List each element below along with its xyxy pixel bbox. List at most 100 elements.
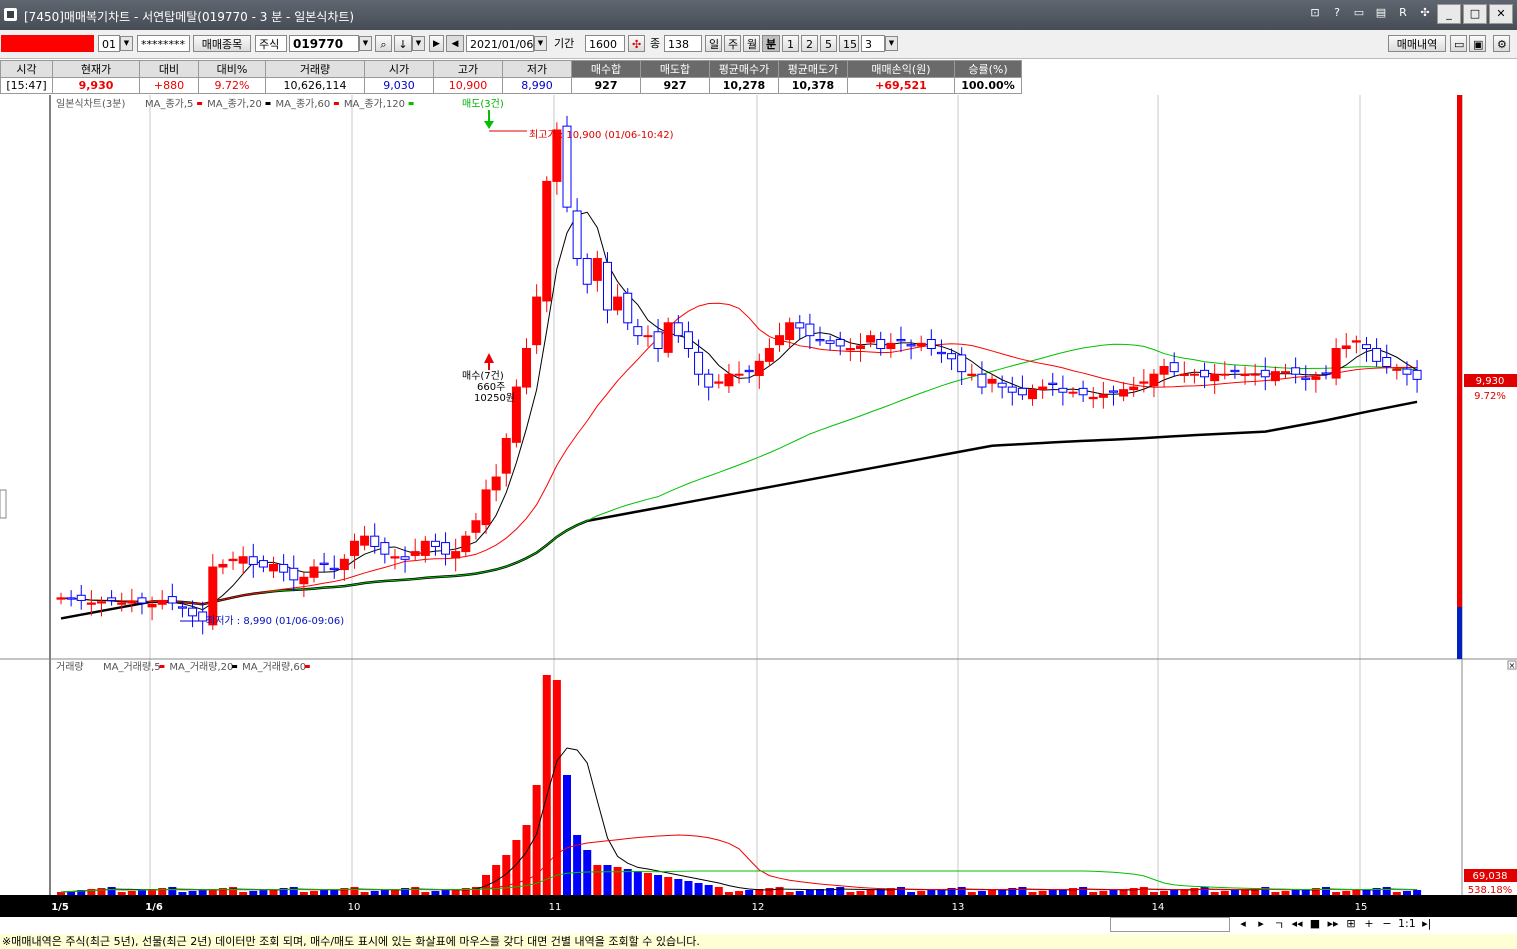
volume-bar[interactable] [735, 891, 744, 895]
candle-body[interactable] [86, 602, 96, 605]
volume-bar[interactable] [57, 892, 65, 895]
candle-body[interactable] [866, 335, 876, 343]
volume-bar[interactable] [1079, 887, 1088, 895]
volume-bar[interactable] [684, 881, 693, 895]
candle-body[interactable] [582, 258, 592, 285]
candle-body[interactable] [714, 381, 724, 384]
candle-body[interactable] [1220, 373, 1230, 376]
candle-body[interactable] [1372, 348, 1382, 362]
volume-bar[interactable] [249, 891, 258, 895]
candle-body[interactable] [754, 360, 764, 377]
candle-body[interactable] [279, 563, 289, 573]
candle-body[interactable] [1230, 369, 1240, 373]
volume-bar[interactable] [785, 892, 794, 895]
volume-bar[interactable] [805, 890, 814, 895]
volume-bar[interactable] [826, 888, 835, 895]
chart-control-1[interactable]: ▸ [1254, 917, 1268, 933]
volume-bar[interactable] [1018, 887, 1027, 895]
minimize-button[interactable]: _ [1437, 4, 1461, 24]
tf-month-button[interactable]: 월 [743, 35, 760, 52]
volume-bar[interactable] [1149, 892, 1158, 895]
volume-bar[interactable] [421, 892, 430, 895]
volume-bar[interactable] [704, 885, 713, 895]
volume-bar[interactable] [1413, 890, 1422, 895]
volume-bar[interactable] [158, 888, 167, 895]
account-dropdown-icon[interactable]: ▼ [120, 36, 133, 51]
candle-body[interactable] [572, 210, 582, 260]
trade-history-button[interactable]: 매매내역 [1388, 35, 1446, 52]
candle-body[interactable] [1240, 373, 1250, 377]
candle-body[interactable] [228, 558, 238, 562]
candle-body[interactable] [764, 348, 774, 362]
volume-bar[interactable] [896, 887, 905, 895]
tf-day-button[interactable]: 일 [705, 35, 722, 52]
volume-bar[interactable] [1281, 891, 1290, 895]
candle-body[interactable] [592, 258, 602, 281]
volume-bar[interactable] [239, 892, 248, 895]
volume-bar[interactable] [563, 775, 571, 895]
trade-item-button[interactable]: 매매종목 [193, 35, 251, 52]
volume-bar[interactable] [360, 892, 369, 895]
volume-bar[interactable] [97, 888, 106, 895]
next-arrow-icon[interactable]: ▶ [429, 35, 444, 52]
candle-body[interactable] [1159, 366, 1169, 375]
candle-body[interactable] [987, 378, 997, 384]
chart-control-9[interactable]: 1:1 [1398, 917, 1416, 933]
volume-bar[interactable] [745, 890, 754, 895]
volume-bar[interactable] [1089, 892, 1098, 895]
candle-body[interactable] [1119, 389, 1129, 397]
candle-body[interactable] [1149, 373, 1159, 387]
candle-body[interactable] [1281, 371, 1291, 374]
tf-1-button[interactable]: 1 [782, 35, 799, 52]
candle-body[interactable] [724, 373, 734, 387]
candle-body[interactable] [977, 373, 987, 388]
candle-body[interactable] [188, 607, 198, 617]
candle-body[interactable] [744, 369, 754, 373]
candle-body[interactable] [673, 322, 683, 337]
candle-body[interactable] [623, 292, 633, 324]
candle-body[interactable] [997, 382, 1007, 388]
candle-body[interactable] [613, 296, 623, 311]
candle-body[interactable] [329, 567, 339, 571]
volume-bar[interactable] [633, 871, 642, 895]
tf-2-button[interactable]: 2 [801, 35, 818, 52]
volume-bar[interactable] [643, 873, 652, 895]
candle-body[interactable] [177, 606, 187, 609]
link-icon[interactable]: ✣ [1415, 4, 1435, 22]
volume-bar[interactable] [218, 888, 227, 895]
volume-bar[interactable] [1139, 887, 1148, 895]
splitter-handle[interactable] [0, 489, 7, 519]
candle-body[interactable] [1068, 391, 1078, 394]
candle-body[interactable] [299, 576, 309, 585]
candle-body[interactable] [339, 558, 349, 571]
candle-body[interactable] [825, 340, 835, 344]
candle-body[interactable] [1139, 381, 1149, 384]
volume-bar[interactable] [714, 887, 723, 895]
candle-body[interactable] [1291, 367, 1301, 375]
volume-bar[interactable] [299, 892, 308, 895]
volume-bar[interactable] [694, 883, 703, 895]
volume-bar[interactable] [1160, 891, 1169, 895]
volume-bar[interactable] [1271, 892, 1280, 895]
volume-bar[interactable] [1402, 891, 1411, 895]
candle-body[interactable] [1108, 390, 1118, 393]
volume-bar[interactable] [431, 891, 440, 895]
chart-scrollbar[interactable] [1110, 917, 1230, 932]
volume-bar[interactable] [1028, 892, 1037, 895]
candle-body[interactable] [218, 563, 228, 568]
candle-body[interactable] [1361, 344, 1371, 350]
volume-bar[interactable] [380, 890, 389, 895]
candle-body[interactable] [137, 597, 147, 604]
volume-bar[interactable] [1332, 892, 1341, 895]
volume-bar[interactable] [907, 892, 916, 895]
tf-select[interactable]: 3 [861, 35, 885, 52]
volume-bar[interactable] [603, 865, 612, 895]
candle-body[interactable] [1078, 387, 1088, 396]
candle-body[interactable] [430, 540, 440, 547]
prev-arrow-icon[interactable]: ◀ [446, 35, 464, 52]
volume-bar[interactable] [1220, 891, 1229, 895]
candle-body[interactable] [167, 596, 177, 604]
candle-body[interactable] [1321, 372, 1331, 375]
candle-body[interactable] [1189, 373, 1199, 376]
account-name-field[interactable] [1, 35, 94, 52]
